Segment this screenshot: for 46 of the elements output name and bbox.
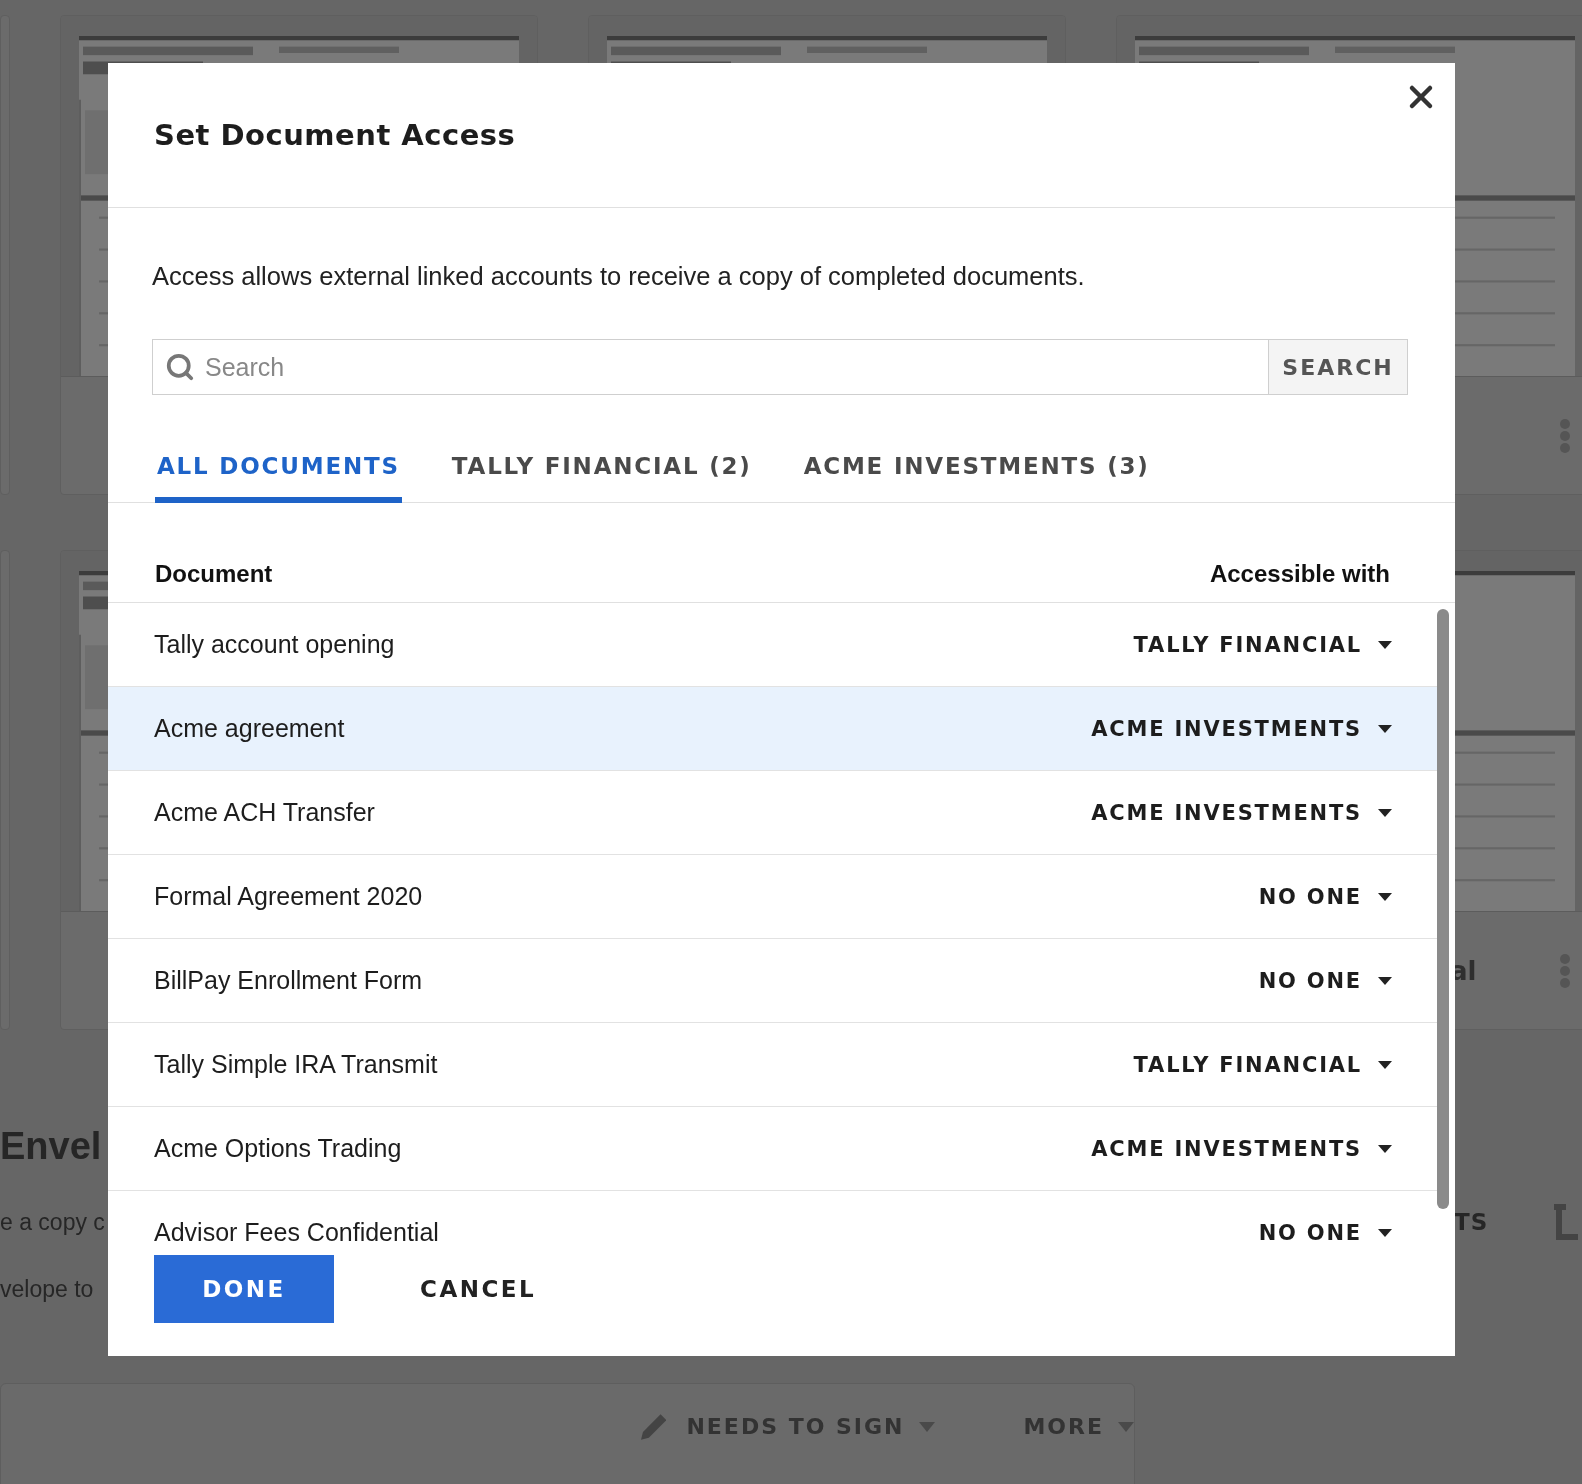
column-header: Accessible with: [1209, 560, 1390, 588]
caret-icon: [1378, 1144, 1392, 1153]
section-title: Envel: [0, 1125, 102, 1168]
access-dropdown[interactable]: NO ONE: [1258, 884, 1392, 909]
caret-icon: [1118, 1421, 1134, 1432]
document-name: Formal Agreement 2020: [154, 882, 423, 911]
cancel-button[interactable]: CANCEL: [420, 1276, 537, 1302]
caret-icon: [1378, 1060, 1392, 1069]
pen-icon: [641, 1414, 667, 1440]
document-name: Acme ACH Transfer: [154, 798, 375, 827]
access-dropdown[interactable]: ACME INVESTMENTS: [1091, 1136, 1392, 1161]
search-button[interactable]: SEARCH: [1268, 340, 1407, 394]
access-dropdown[interactable]: ACME INVESTMENTS: [1091, 716, 1392, 741]
document-name: Tally account opening: [154, 630, 395, 659]
scrollbar[interactable]: [1437, 609, 1449, 1209]
access-dropdown[interactable]: NO ONE: [1258, 1220, 1392, 1243]
document-name: Tally Simple IRA Transmit: [154, 1050, 438, 1079]
search-field[interactable]: Search SEARCH: [152, 339, 1408, 395]
caret-icon: [1378, 892, 1392, 901]
side-label: TS: [1454, 1209, 1489, 1235]
tool-icon[interactable]: [1554, 1204, 1579, 1240]
access-dropdown[interactable]: TALLY FINANCIAL: [1133, 1052, 1392, 1077]
caret-icon: [1378, 976, 1392, 985]
document-row[interactable]: Acme agreement ACME INVESTMENTS: [108, 687, 1439, 771]
document-name: Acme Options Trading: [154, 1134, 402, 1163]
done-button[interactable]: DONE: [154, 1255, 334, 1323]
tab[interactable]: ACME INVESTMENTS (3): [801, 433, 1152, 503]
document-name: Acme agreement: [154, 714, 345, 743]
access-dropdown[interactable]: NO ONE: [1258, 968, 1392, 993]
caret-icon: [1378, 640, 1392, 649]
access-dropdown[interactable]: TALLY FINANCIAL: [1133, 632, 1392, 657]
tab[interactable]: TALLY FINANCIAL (2): [449, 433, 754, 503]
column-header: Document: [155, 560, 273, 588]
section-text: velope to: [0, 1276, 94, 1303]
dialog-description: Access allows external linked accounts to receive a copy of completed documents.: [152, 262, 1086, 291]
document-name: BillPay Enrollment Form: [154, 966, 423, 995]
document-name: Advisor Fees Confidential: [154, 1218, 439, 1243]
caret-icon: [1378, 808, 1392, 817]
caret-icon: [1378, 1228, 1392, 1237]
dialog-title: Set Document Access: [154, 118, 516, 152]
section-text: e a copy c: [0, 1208, 105, 1236]
search-icon: [165, 352, 195, 382]
tab[interactable]: ALL DOCUMENTS: [155, 433, 402, 503]
caret-icon: [918, 1421, 935, 1432]
access-dropdown[interactable]: ACME INVESTMENTS: [1091, 800, 1392, 825]
caret-icon: [1378, 724, 1392, 733]
